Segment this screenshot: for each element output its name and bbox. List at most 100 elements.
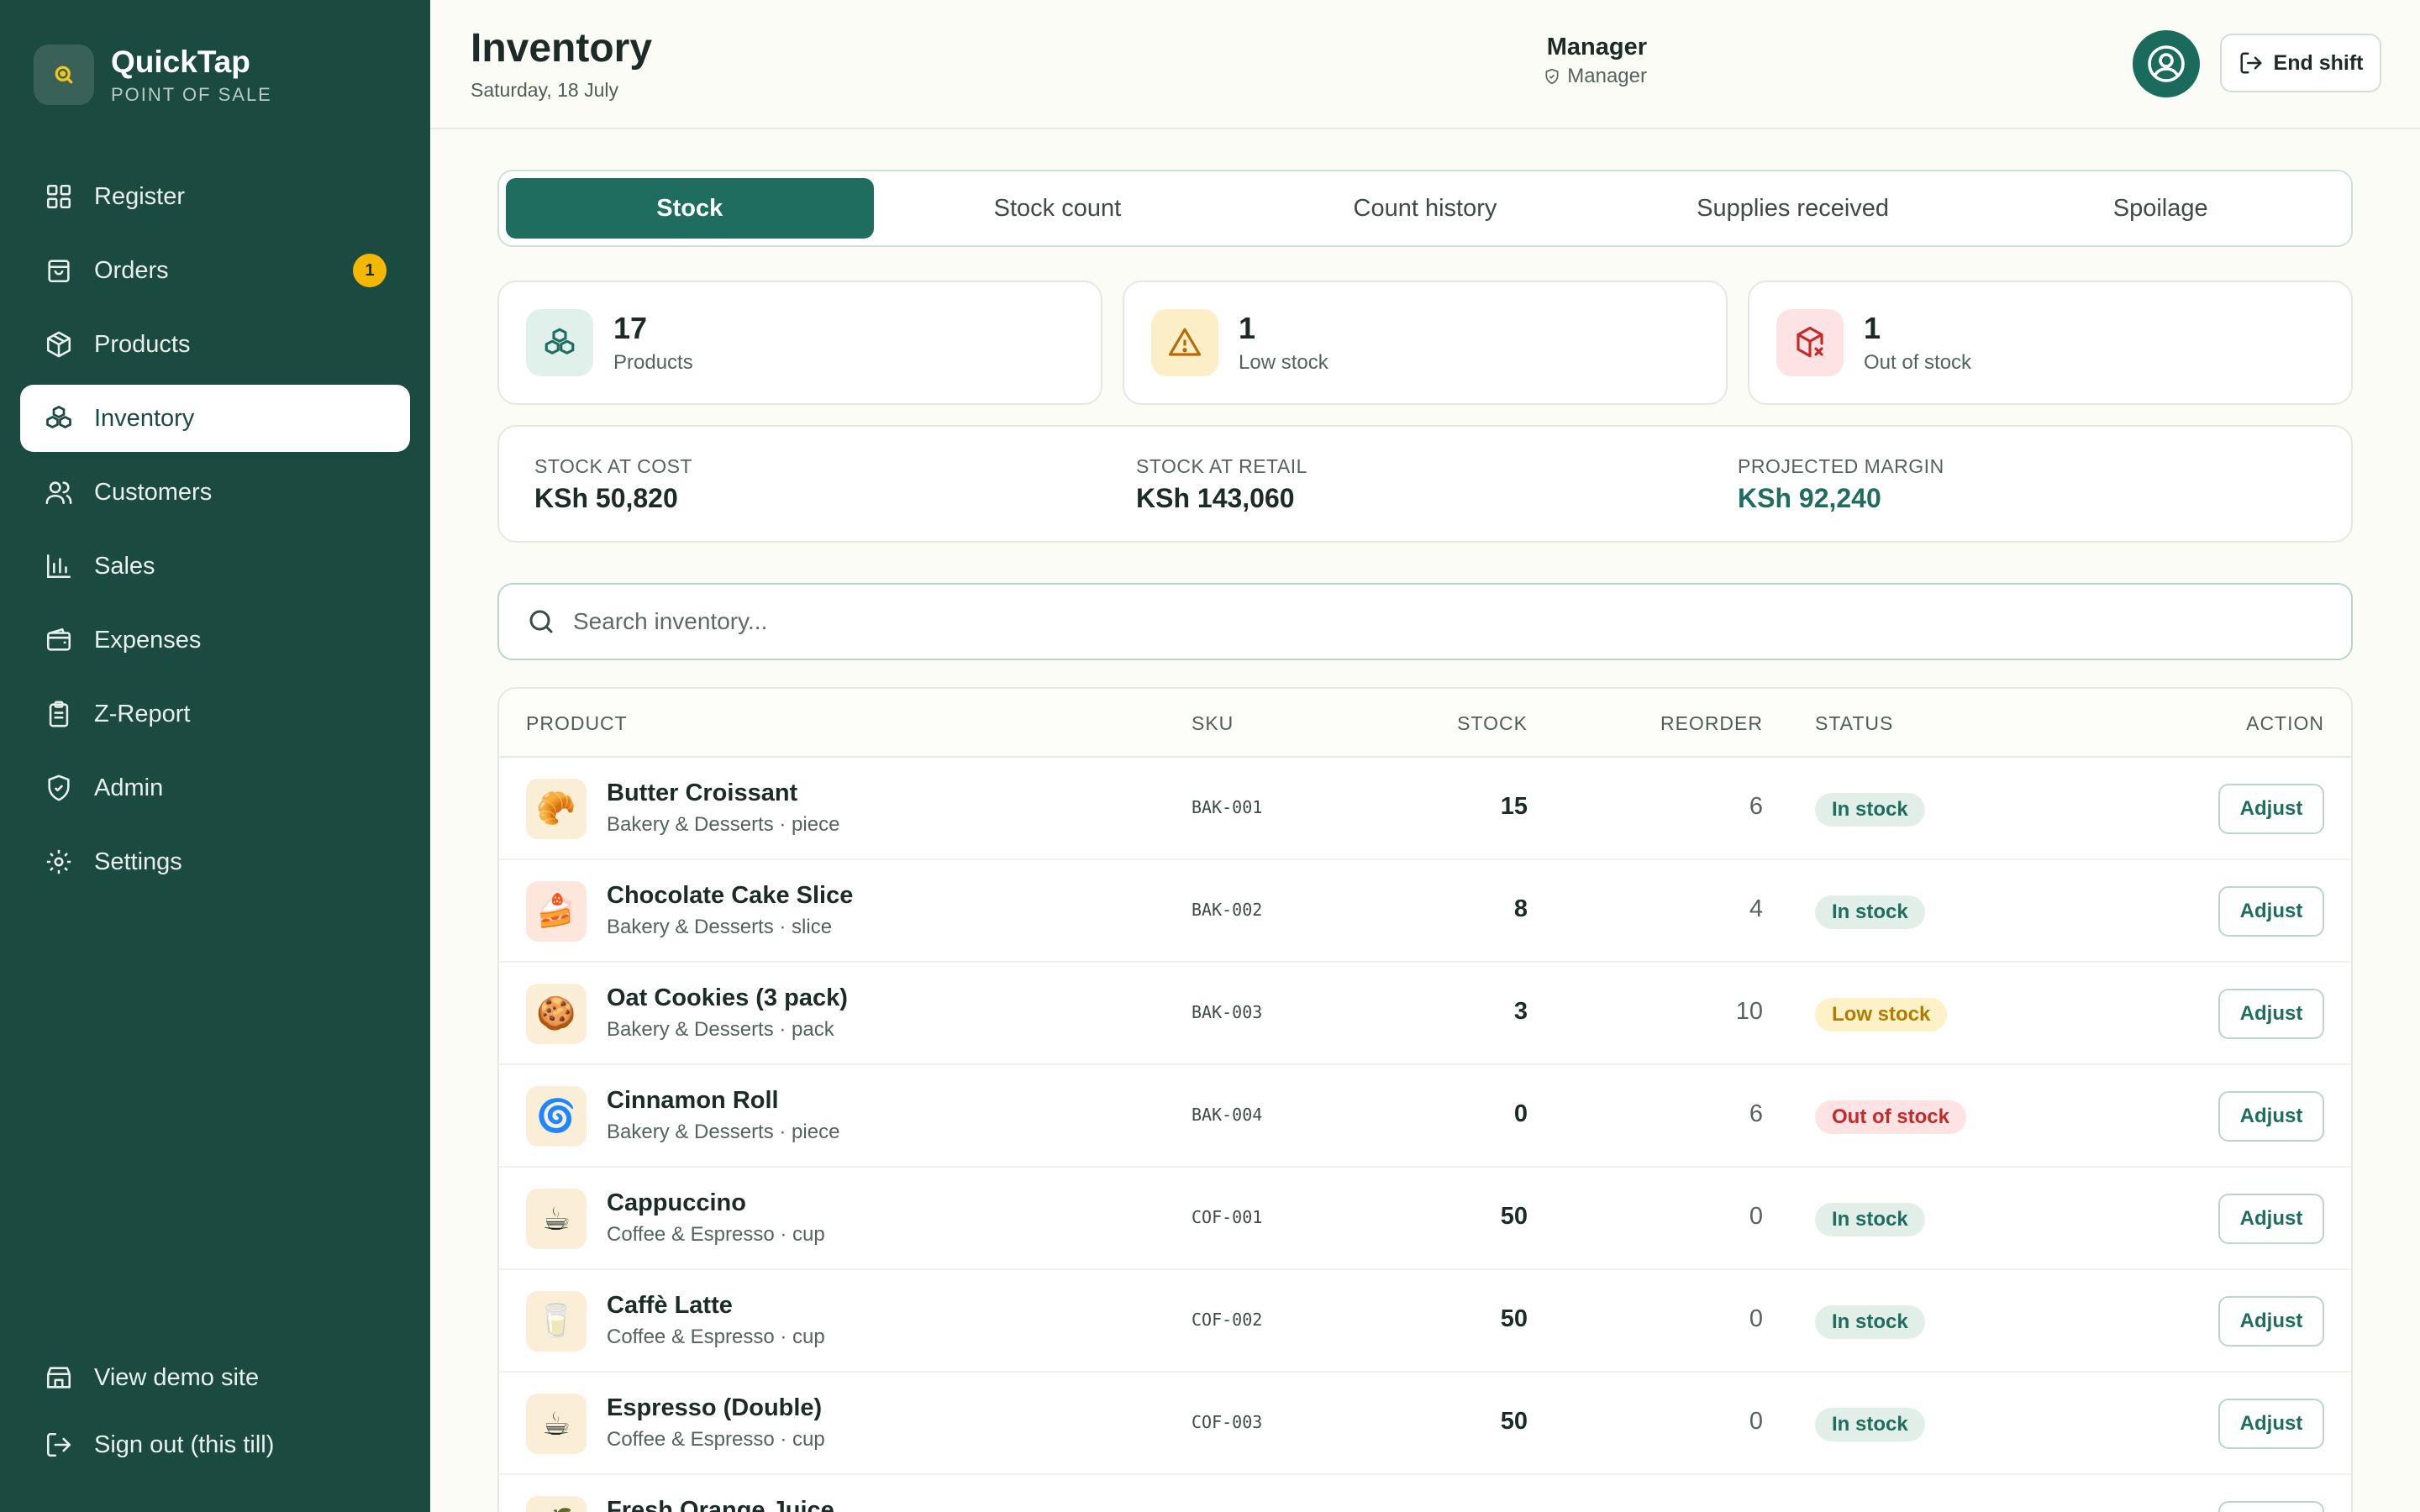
gear-icon	[44, 847, 74, 877]
product-category: Bakery & Desserts · pack	[607, 1018, 834, 1041]
tab-stock-count[interactable]: Stock count	[874, 178, 1242, 239]
tab-supplies-received[interactable]: Supplies received	[1609, 178, 1977, 239]
table-row: 🍊 Fresh Orange Juice Adjust	[499, 1475, 2351, 1512]
sidebar: QuickTap POINT OF SALE Register Orders 1…	[0, 0, 430, 1512]
box-icon	[44, 329, 74, 360]
stat-value: 17	[613, 311, 648, 345]
sidebar-item-label: Sign out (this till)	[94, 1431, 275, 1458]
stock-count: 50	[1500, 1203, 1528, 1230]
product-emoji: 🍰	[536, 894, 576, 929]
table-body: 🥐 Butter Croissant Bakery & Desserts · pie…	[499, 758, 2351, 1512]
sidebar-item-label: Settings	[94, 848, 182, 875]
stock-count: 8	[1513, 895, 1528, 922]
product-name: Fresh Orange Juice	[607, 1497, 834, 1512]
sidebar-item-register[interactable]: Register	[20, 163, 410, 230]
sidebar-item-products[interactable]: Products	[20, 311, 410, 378]
tab-spoilage[interactable]: Spoilage	[1976, 178, 2344, 239]
stock-value-summary: STOCK AT COST KSh 50,820 STOCK AT RETAIL…	[497, 425, 2353, 543]
product-emoji: ☕	[541, 1406, 571, 1442]
status-badge: In stock	[1815, 895, 1925, 929]
adjust-button[interactable]: Adjust	[2218, 1091, 2324, 1142]
adjust-button[interactable]: Adjust	[2218, 784, 2324, 834]
sidebar-item-label: Z-Report	[94, 700, 191, 727]
adjust-button[interactable]: Adjust	[2218, 886, 2324, 937]
inventory-tabs: Stock Stock count Count history Supplies…	[497, 170, 2353, 247]
table-row: 🍪 Oat Cookies (3 pack) Bakery & Desserts ·…	[499, 963, 2351, 1065]
adjust-button[interactable]: Adjust	[2218, 1194, 2324, 1244]
sidebar-item-orders[interactable]: Orders 1	[20, 237, 410, 304]
product-name: Oat Cookies (3 pack)	[607, 984, 848, 1011]
user-role: Manager	[1544, 65, 1647, 88]
sidebar-item-inventory[interactable]: Inventory	[20, 385, 410, 452]
table-row: 🍰 Chocolate Cake Slice Bakery & Desserts ·…	[499, 860, 2351, 963]
sidebar-item-label: Inventory	[94, 404, 195, 432]
search-bar	[497, 583, 2353, 660]
product-category: Bakery & Desserts · piece	[607, 1121, 840, 1143]
stock-count: 50	[1500, 1408, 1528, 1435]
summary-value: KSh 50,820	[534, 483, 678, 513]
reorder-level: 4	[1749, 895, 1763, 922]
sidebar-item-label: Sales	[94, 552, 155, 580]
product-sku: COF-003	[1192, 1412, 1263, 1432]
reorder-level: 6	[1749, 1100, 1763, 1127]
sidebar-item-z-report[interactable]: Z-Report	[20, 680, 410, 748]
logout-icon	[44, 1430, 74, 1460]
brand-subtitle: POINT OF SALE	[111, 84, 272, 105]
product-name: Espresso (Double)	[607, 1394, 823, 1421]
sidebar-item-sales[interactable]: Sales	[20, 533, 410, 600]
table-row: ☕ Espresso (Double) Coffee & Espresso · cu…	[499, 1373, 2351, 1475]
sidebar-nav: Register Orders 1 Products Inventory Cus…	[20, 163, 410, 902]
stat-card-products: 17 Products	[497, 281, 1102, 405]
adjust-button[interactable]: Adjust	[2218, 1501, 2324, 1512]
product-sku: BAK-003	[1192, 1002, 1263, 1022]
brand-name: QuickTap	[111, 45, 250, 79]
boxes-icon	[526, 309, 593, 376]
boxes-icon	[44, 403, 74, 433]
reorder-level: 0	[1749, 1305, 1763, 1332]
sidebar-item-admin[interactable]: Admin	[20, 754, 410, 822]
adjust-button[interactable]: Adjust	[2218, 1296, 2324, 1347]
status-badge: In stock	[1815, 1203, 1925, 1236]
stat-label: Out of stock	[1864, 351, 1972, 374]
adjust-button[interactable]: Adjust	[2218, 1399, 2324, 1449]
sign-out-link[interactable]: Sign out (this till)	[20, 1411, 410, 1478]
product-name: Caffè Latte	[607, 1292, 733, 1319]
status-badge: In stock	[1815, 1408, 1925, 1441]
stock-count: 15	[1500, 793, 1528, 820]
stat-value: 1	[1239, 311, 1256, 345]
end-shift-button[interactable]: End shift	[2220, 34, 2381, 92]
search-icon	[524, 605, 558, 638]
store-icon	[44, 1362, 74, 1393]
tab-stock[interactable]: Stock	[506, 178, 874, 239]
product-emoji: ☕	[541, 1201, 571, 1237]
stat-label: Products	[613, 351, 693, 374]
adjust-button[interactable]: Adjust	[2218, 989, 2324, 1039]
page-header: Inventory Saturday, 18 July Manager Mana…	[430, 0, 2420, 129]
orders-count-badge: 1	[353, 254, 387, 287]
view-demo-site-link[interactable]: View demo site	[20, 1344, 410, 1411]
status-badge: In stock	[1815, 793, 1925, 827]
product-emoji: 🌀	[536, 1099, 576, 1134]
sidebar-item-expenses[interactable]: Expenses	[20, 606, 410, 674]
product-name: Butter Croissant	[607, 780, 798, 806]
sidebar-item-customers[interactable]: Customers	[20, 459, 410, 526]
tab-count-history[interactable]: Count history	[1241, 178, 1609, 239]
avatar[interactable]	[2133, 30, 2200, 97]
product-category: Bakery & Desserts · piece	[607, 813, 840, 836]
table-row: 🥛 Caffè Latte Coffee & Espresso · cup COF-0…	[499, 1270, 2351, 1373]
product-thumbnail: 🍰	[526, 881, 587, 942]
summary-value: KSh 143,060	[1136, 483, 1295, 513]
product-name: Cinnamon Roll	[607, 1087, 779, 1114]
reorder-level: 6	[1749, 793, 1763, 820]
sidebar-item-settings[interactable]: Settings	[20, 828, 410, 895]
product-thumbnail: ☕	[526, 1189, 587, 1249]
product-thumbnail: 🥛	[526, 1291, 587, 1352]
product-sku: BAK-002	[1192, 900, 1263, 920]
table-header: PRODUCT SKU STOCK REORDER STATUS ACTION	[499, 689, 2351, 758]
shield-icon	[1545, 68, 1559, 85]
column-header-action: ACTION	[2246, 712, 2324, 734]
product-thumbnail: ☕	[526, 1394, 587, 1454]
wallet-icon	[44, 625, 74, 655]
search-input[interactable]	[573, 608, 2170, 635]
column-header-stock: STOCK	[1457, 712, 1528, 734]
